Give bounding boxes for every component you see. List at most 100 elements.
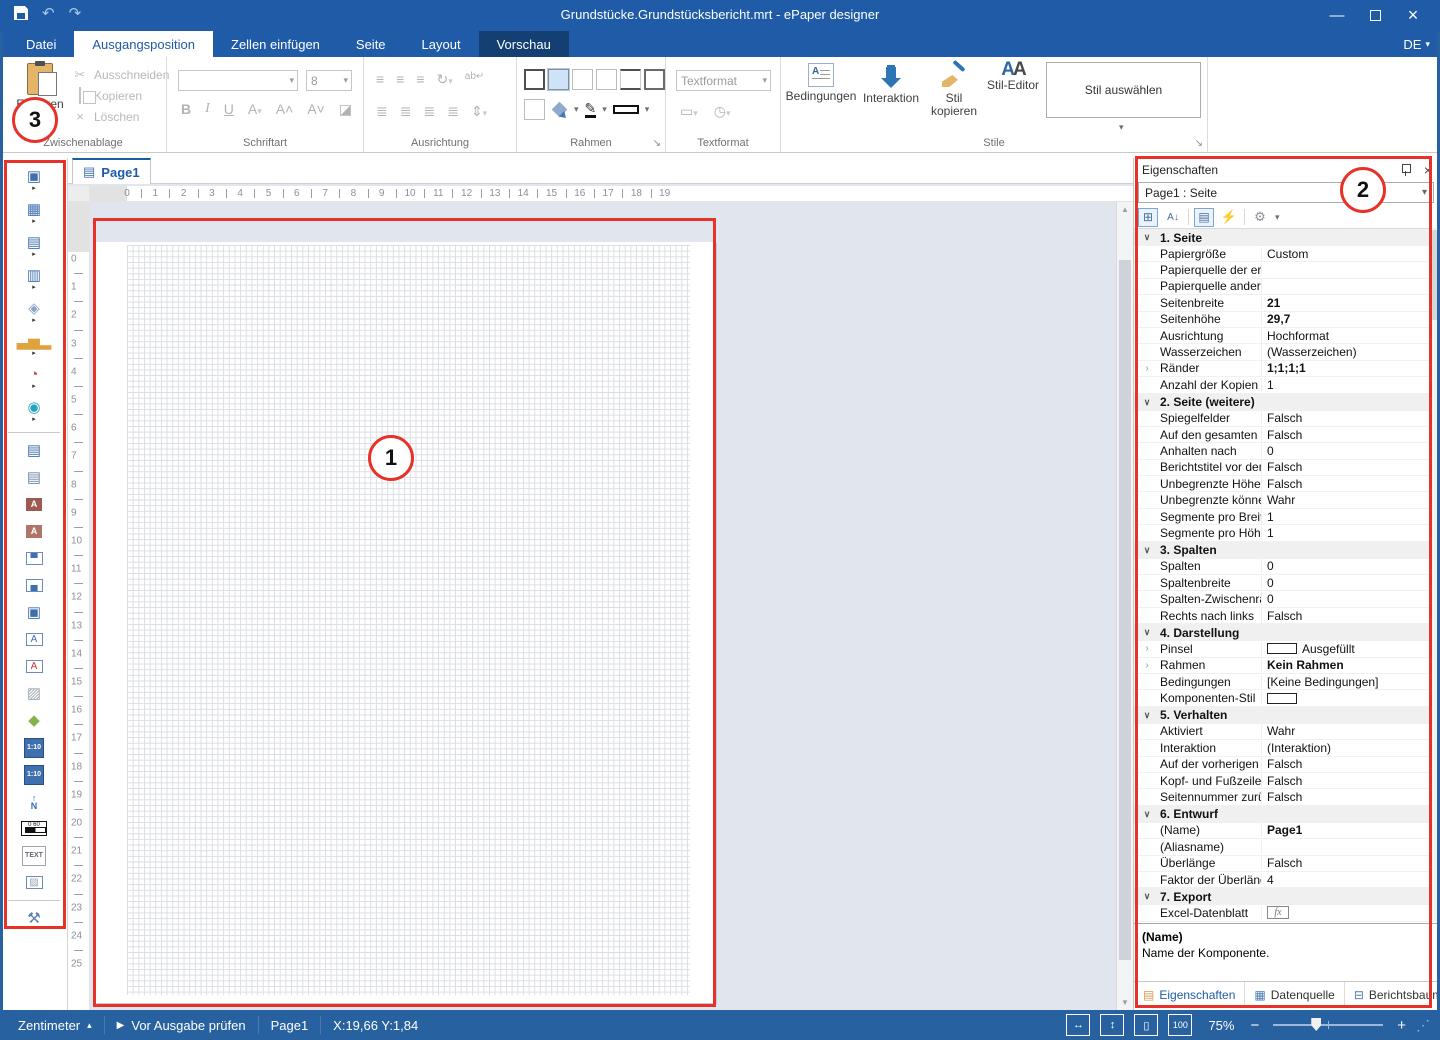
align-left-icon[interactable]: ≣ (376, 103, 388, 120)
stil-editor-button[interactable]: AA Stil-Editor (983, 63, 1043, 92)
property-row[interactable]: Komponenten-Stil (1134, 690, 1430, 706)
property-value[interactable]: Falsch (1262, 477, 1430, 491)
zoom-slider[interactable] (1273, 1024, 1383, 1026)
fit-page-height-icon[interactable]: ↕ (1100, 1014, 1124, 1036)
tab-datei[interactable]: Datei (8, 31, 74, 57)
border-none-button[interactable] (572, 69, 593, 90)
border-outside-button[interactable] (548, 69, 569, 90)
border-color-icon[interactable]: ✎ (585, 102, 597, 118)
rotate-text-icon[interactable]: ↻▾ (437, 71, 453, 88)
property-row[interactable]: Segmente pro Höhe1 (1134, 525, 1430, 541)
underline-button[interactable]: U (224, 101, 234, 118)
toolbox-rich-text-b[interactable]: A (0, 518, 68, 545)
toolbox-text-annotation[interactable]: TEXT (0, 842, 68, 869)
collapse-chevron-icon[interactable]: ∨ (1134, 627, 1160, 638)
report-page[interactable] (96, 242, 716, 1003)
component-selector[interactable]: Page1 : Seite▾ (1138, 182, 1434, 203)
sort-az-icon[interactable]: A↓ (1163, 208, 1183, 227)
scrollbar-thumb[interactable] (1119, 260, 1131, 960)
style-gallery[interactable]: Stil auswählen (1046, 62, 1201, 118)
property-value[interactable]: Falsch (1262, 460, 1430, 474)
property-row[interactable]: Kopf- und FußzeilenFalsch (1134, 773, 1430, 789)
property-value[interactable]: 0 (1262, 576, 1430, 590)
tab-ausgangsposition[interactable]: Ausgangsposition (74, 31, 213, 57)
textformat-combo[interactable]: Textformat▾ (676, 70, 771, 91)
property-value[interactable] (1262, 693, 1430, 704)
property-row[interactable]: Seitennummer zurücFalsch (1134, 789, 1430, 805)
toolbox-text-in-cells[interactable]: ▤ (0, 464, 68, 491)
resize-grip-icon[interactable]: ⋰ (1416, 1017, 1430, 1034)
property-section-header[interactable]: ∨7. Export (1134, 888, 1430, 905)
property-row[interactable]: Spalten0 (1134, 559, 1430, 575)
scroll-down-icon[interactable]: ▼ (1117, 998, 1133, 1007)
property-row[interactable]: ›RahmenKein Rahmen (1134, 658, 1430, 674)
toolbox-image-annotation[interactable]: ▨ (0, 869, 68, 896)
toolbox-text-component[interactable]: ▤ (0, 437, 68, 464)
property-value[interactable]: (Interaktion) (1262, 741, 1430, 755)
collapse-chevron-icon[interactable]: ∨ (1134, 397, 1160, 408)
close-button[interactable]: × (1394, 0, 1432, 30)
align-center-icon[interactable]: ≣ (400, 103, 412, 120)
property-value[interactable]: Wahr (1262, 493, 1430, 507)
stil-kopieren-button[interactable]: Stil kopieren (926, 63, 982, 118)
toolbox-insert-clone[interactable]: ▤▸ (0, 230, 68, 263)
pin-icon[interactable] (1400, 163, 1412, 177)
toolbox-scale[interactable]: 1:10 (0, 761, 68, 788)
shrink-font-button[interactable]: A˅ (307, 101, 325, 118)
property-value[interactable]: Custom (1262, 247, 1430, 261)
property-row[interactable]: PapiergrößeCustom (1134, 246, 1430, 262)
property-row[interactable]: Rechts nach linksFalsch (1134, 608, 1430, 624)
property-row[interactable]: Excel-Datenblattfx (1134, 905, 1430, 921)
property-row[interactable]: Seitenbreite21 (1134, 295, 1430, 311)
property-row[interactable]: Unbegrenzte könnerWahr (1134, 492, 1430, 508)
property-value[interactable]: 1 (1262, 526, 1430, 540)
grow-font-button[interactable]: A˄ (276, 101, 294, 118)
color-swatch[interactable] (1267, 643, 1297, 654)
stile-dialog-launcher-icon[interactable]: ↘ (1195, 138, 1203, 149)
property-value[interactable]: 0 (1262, 559, 1430, 573)
property-row[interactable]: SpiegelfelderFalsch (1134, 411, 1430, 427)
toolbox-scale-selected[interactable]: 1:10 (0, 734, 68, 761)
toolbox-insert-map[interactable]: ◉▸ (0, 395, 68, 428)
events-icon[interactable]: ⚡ (1219, 208, 1239, 227)
property-row[interactable]: (Name)Page1 (1134, 823, 1430, 839)
toolbox-text-block[interactable]: A (0, 626, 68, 653)
categorized-view-icon[interactable]: ⊞ (1138, 208, 1158, 227)
border-all-button[interactable] (524, 69, 545, 90)
property-value[interactable]: Falsch (1262, 774, 1430, 788)
property-row[interactable]: Berichtstitel vor denFalsch (1134, 460, 1430, 476)
fit-whole-page-icon[interactable]: ▯ (1134, 1014, 1158, 1036)
toolbox-insert-table[interactable]: ▦▸ (0, 197, 68, 230)
clear-format-icon[interactable]: ◪ (339, 101, 352, 118)
toolbox-insert-shape[interactable]: ◈▸ (0, 296, 68, 329)
property-value[interactable]: Falsch (1262, 411, 1430, 425)
tab-datenquelle[interactable]: ▦ Datenquelle (1245, 982, 1344, 1008)
collapse-chevron-icon[interactable]: ∨ (1134, 891, 1160, 902)
property-value[interactable]: Kein Rahmen (1262, 658, 1430, 672)
property-row[interactable]: Anhalten nach0 (1134, 443, 1430, 459)
property-value[interactable]: 1;1;1;1 (1262, 361, 1430, 375)
design-grid[interactable] (127, 245, 690, 995)
property-row[interactable]: Interaktion(Interaktion) (1134, 740, 1430, 756)
canvas-vertical-scrollbar[interactable]: ▲ ▼ (1116, 202, 1133, 1010)
word-wrap-icon[interactable]: ab↵ (465, 71, 485, 88)
property-row[interactable]: Papierquelle der ers (1134, 262, 1430, 278)
property-section-header[interactable]: ∨3. Spalten (1134, 542, 1430, 559)
unit-selector[interactable]: Zentimeter▴ (6, 1016, 105, 1034)
toolbox-scale-bar[interactable]: 0 60 (0, 815, 68, 842)
property-row[interactable]: Anzahl der Kopien1 (1134, 377, 1430, 393)
toolbox-insert-barcode[interactable]: ▥▸ (0, 263, 68, 296)
datetime-format-icon[interactable]: ◷▾ (714, 103, 731, 120)
property-row[interactable]: Wasserzeichen(Wasserzeichen) (1134, 344, 1430, 360)
property-value[interactable]: 4 (1262, 873, 1430, 887)
border-horizontal-button[interactable] (620, 69, 641, 90)
align-top-icon[interactable]: ≡ (376, 71, 384, 88)
copy-button[interactable]: Kopieren (72, 85, 169, 106)
property-row[interactable]: Unbegrenzte HöheFalsch (1134, 476, 1430, 492)
property-value[interactable]: 0 (1262, 444, 1430, 458)
expand-arrow-icon[interactable]: › (1134, 660, 1160, 671)
property-value[interactable]: 0 (1262, 592, 1430, 606)
property-row[interactable]: Spalten-Zwischenrä0 (1134, 591, 1430, 607)
property-row[interactable]: (Aliasname) (1134, 839, 1430, 855)
scroll-up-icon[interactable]: ▲ (1117, 205, 1133, 214)
